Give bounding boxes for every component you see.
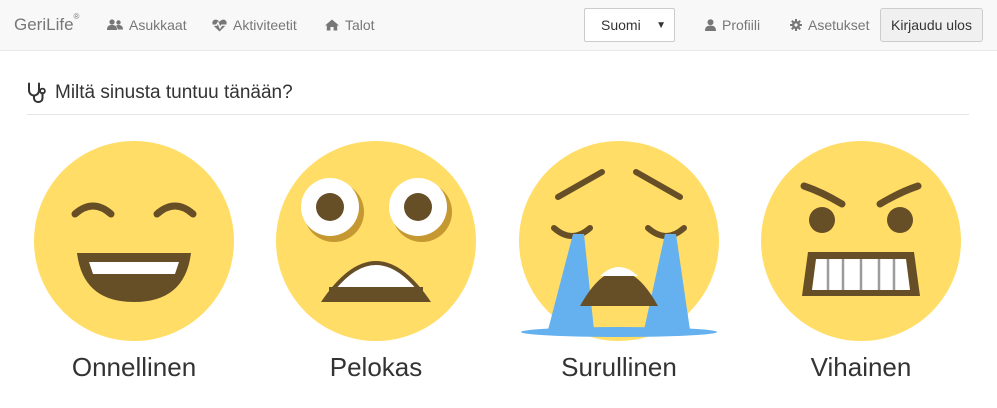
nav-link-label: Asukkaat [129,17,187,33]
happy-emoji-icon [34,141,234,341]
mood-option-angry[interactable]: Vihainen [751,140,971,383]
heading-divider [27,114,969,115]
mood-option-fearful[interactable]: Pelokas [266,140,486,383]
mood-label: Onnellinen [71,352,197,382]
nav-link-residents[interactable]: Asukkaat [107,17,187,33]
nav-link-houses[interactable]: Talot [325,17,375,33]
fearful-emoji-icon [276,141,476,341]
language-select[interactable]: Suomi ▼ [584,8,675,42]
mood-label: Vihainen [810,352,912,382]
top-navbar: GeriLife® Asukkaat Aktiviteetit Talot Su… [0,0,997,51]
brand-logo[interactable]: GeriLife® [14,12,80,35]
nav-link-profile[interactable]: Profiili [705,17,760,33]
brand-name: GeriLife [14,15,74,34]
nav-link-label: Profiili [722,17,761,33]
language-select-value: Suomi [601,17,641,33]
brand-registered-mark: ® [73,12,80,22]
user-icon [705,19,716,31]
mood-option-happy[interactable]: Onnellinen [24,140,244,383]
home-icon [325,19,339,31]
stethoscope-icon [28,82,46,104]
nav-link-activities[interactable]: Aktiviteetit [212,17,297,33]
angry-emoji-icon [761,141,961,341]
heartbeat-icon [212,19,227,31]
nav-link-label: Aktiviteetit [233,17,297,33]
page-title: Miltä sinusta tuntuu tänään? [55,82,293,103]
gear-icon [790,19,802,31]
users-icon [107,19,123,30]
logout-button[interactable]: Kirjaudu ulos [880,8,983,42]
nav-link-label: Asetukset [808,17,870,33]
nav-link-label: Talot [345,17,375,33]
crying-emoji-icon [519,141,719,341]
mood-label: Surullinen [561,352,677,382]
page-heading: Miltä sinusta tuntuu tänään? [27,82,293,104]
mood-option-sad[interactable]: Surullinen [509,140,729,383]
caret-down-icon: ▼ [656,20,666,31]
nav-link-settings[interactable]: Asetukset [790,17,869,33]
mood-label: Pelokas [329,352,423,382]
